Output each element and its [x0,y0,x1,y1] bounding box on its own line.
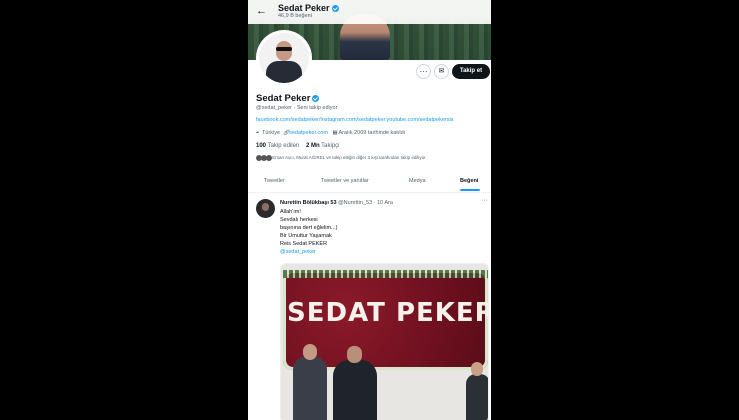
profile-avatar[interactable] [256,30,312,86]
header-title: Sedat Peker [278,3,339,13]
following-link[interactable]: 100 Takip edilen [256,143,299,149]
tab-tweets[interactable]: Tweetler [264,178,285,184]
header-subtitle: 46,9 B beğeni [278,13,312,19]
verified-badge-icon [312,94,320,102]
profile-stats: 100 Takip edilen 2 Mn Takipçi [256,143,340,149]
tweet-media-image[interactable]: SEDAT PEKER [280,263,489,420]
profile-name: Sedat Peker [256,93,320,104]
tweet-more-icon[interactable]: ··· [481,197,488,204]
tab-media[interactable]: Medya [409,178,426,184]
tweet-author-avatar[interactable] [256,199,275,218]
active-tab-indicator [460,189,480,191]
followers-link[interactable]: 2 Mn Takipçi [306,143,340,149]
top-bar: ← Sedat Peker 46,9 B beğeni [248,0,491,24]
wreath-sign-text: SEDAT PEKER [287,298,489,328]
tweet-author[interactable]: Nurettin Bölükbaşı 53 [280,200,337,206]
tweet-text-line: Bir Umuttur Yaşamak [280,233,332,239]
follow-button[interactable]: Takip et [452,64,490,79]
tweet[interactable]: Nurettin Bölükbaşı 53 @Nurettin_53 · 10 … [248,193,491,420]
tab-tweets-replies[interactable]: Tweetler ve yanıtlar [321,178,369,184]
tab-likes[interactable]: Beğeni [460,178,478,184]
more-options-button[interactable]: ··· [416,64,431,79]
tweet-text-line: başınına dert eğlelim...) [280,225,338,231]
photo-person [466,362,488,420]
profile-tabs: Tweetler Tweetler ve yanıtlar Medya Beğe… [248,172,491,193]
tweet-text-line: Sevdalı herkesi [280,217,318,223]
followed-by[interactable]: Ersan Avcı, Murat AĞIREL ve takip ettiği… [256,155,426,161]
bio-links[interactable]: facebook.com/sedatpeker/instagram.com/se… [256,117,454,123]
arrow-left-icon[interactable]: ← [256,5,267,17]
photo-person [293,344,327,420]
profile-website[interactable]: sedatpeker.com [289,130,328,136]
phone-screen: ← Sedat Peker 46,9 B beğeni ··· ✉ Takip … [248,0,491,420]
profile-handle: @sedat_peker · Seni takip ediyor [256,105,338,111]
tweet-meta: @Nurettin_53 · 10 Ara [338,200,393,206]
tweet-mention[interactable]: @sedat_peker [280,249,316,255]
message-button[interactable]: ✉ [434,64,449,79]
profile-location: Türkiye [262,130,281,136]
photo-person [333,346,377,420]
tweet-text-line: Allah'ım! [280,209,301,215]
profile-joined: Aralık 2009 tarihinde katıldı [338,130,406,136]
profile-meta: ⌖ Türkiye 🔗︎sedatpeker.com ▦Aralık 2009 t… [256,130,405,137]
tweet-header: Nurettin Bölükbaşı 53 @Nurettin_53 · 10 … [280,200,393,206]
tweet-text-line: Reis Sedat PEKER [280,241,328,247]
verified-badge-icon [331,5,339,13]
